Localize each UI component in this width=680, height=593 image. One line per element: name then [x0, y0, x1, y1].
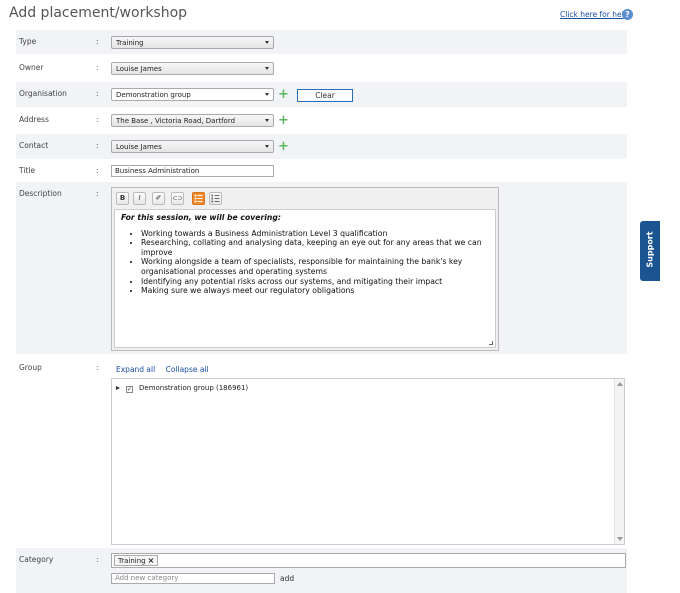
- colon: :: [96, 555, 99, 564]
- contact-value: Louise James: [116, 143, 162, 151]
- checkbox-checked-icon[interactable]: ✓: [126, 386, 133, 393]
- tree-item-label: Demonstration group (186961): [139, 384, 249, 392]
- category-tag-box[interactable]: Training ×: [111, 553, 626, 568]
- add-organisation-plus-icon[interactable]: +: [278, 88, 289, 101]
- chevron-down-icon: [265, 119, 269, 122]
- scrollbar[interactable]: [614, 379, 624, 544]
- colon: :: [96, 189, 99, 198]
- address-row: Address : The Base , Victoria Road, Dart…: [16, 108, 627, 133]
- group-tree: ✓ Demonstration group (186961): [111, 378, 625, 545]
- chevron-down-icon: [265, 145, 269, 148]
- type-label: Type: [19, 37, 37, 46]
- add-category-input[interactable]: Add new category: [111, 573, 275, 584]
- description-row: Description : B I ✐ ⊂⊃ For this session,…: [16, 182, 627, 354]
- colon: :: [96, 363, 99, 372]
- organisation-value: Demonstration group: [116, 91, 191, 99]
- help-icon[interactable]: ?: [622, 9, 633, 20]
- numbered-list-icon[interactable]: [209, 192, 222, 205]
- category-row: Category : Training × Add new category ad…: [16, 548, 627, 593]
- list-item: Identifying any potential risks across o…: [141, 277, 491, 287]
- help-link[interactable]: Click here for help: [560, 10, 628, 19]
- category-label: Category: [19, 555, 54, 564]
- type-row: Type : Training: [16, 30, 627, 54]
- chevron-down-icon: [265, 41, 269, 44]
- address-label: Address: [19, 115, 49, 124]
- title-row: Title : Business Administration: [16, 161, 627, 181]
- collapse-all-link[interactable]: Collapse all: [166, 365, 209, 374]
- organisation-label: Organisation: [19, 89, 67, 98]
- resize-handle-icon[interactable]: [489, 341, 493, 345]
- category-tag-label: Training: [118, 557, 146, 565]
- italic-button[interactable]: I: [133, 192, 146, 205]
- chevron-down-icon: [265, 67, 269, 70]
- scroll-up-icon[interactable]: [617, 382, 623, 386]
- page-title: Add placement/workshop: [9, 5, 188, 21]
- link-icon[interactable]: ⊂⊃: [171, 192, 184, 205]
- description-list: Working towards a Business Administratio…: [119, 229, 491, 296]
- colon: :: [96, 37, 99, 46]
- organisation-select[interactable]: Demonstration group: [111, 88, 274, 101]
- colon: :: [96, 115, 99, 124]
- type-value: Training: [116, 39, 144, 47]
- description-text-area[interactable]: For this session, we will be covering: W…: [114, 209, 496, 348]
- address-select[interactable]: The Base , Victoria Road, Dartford: [111, 114, 274, 127]
- list-item: Working towards a Business Administratio…: [141, 229, 491, 239]
- list-item: Working alongside a team of specialists,…: [141, 257, 491, 276]
- add-contact-plus-icon[interactable]: +: [278, 140, 289, 153]
- description-label: Description: [19, 189, 62, 198]
- scroll-down-icon[interactable]: [617, 537, 623, 541]
- support-label: Support: [645, 231, 655, 268]
- add-category-button[interactable]: add: [280, 574, 294, 583]
- title-label: Title: [19, 166, 36, 175]
- expand-caret-icon[interactable]: [116, 386, 120, 390]
- contact-select[interactable]: Louise James: [111, 140, 274, 153]
- group-label: Group: [19, 363, 42, 372]
- bold-button[interactable]: B: [116, 192, 129, 205]
- tree-item[interactable]: ✓ Demonstration group (186961): [116, 384, 248, 393]
- clear-button[interactable]: Clear: [297, 89, 353, 102]
- expand-all-link[interactable]: Expand all: [116, 365, 155, 374]
- list-item: Researching, collating and analysing dat…: [141, 238, 491, 257]
- address-value: The Base , Victoria Road, Dartford: [116, 117, 236, 125]
- organisation-row: Organisation : Demonstration group + Cle…: [16, 82, 627, 107]
- contact-label: Contact: [19, 141, 49, 150]
- remove-tag-icon[interactable]: ×: [148, 556, 155, 565]
- title-input[interactable]: Business Administration: [111, 165, 274, 177]
- group-links: Expand all Collapse all: [116, 365, 217, 374]
- bullet-list-icon[interactable]: [192, 192, 205, 205]
- description-editor: B I ✐ ⊂⊃ For this session, we will be co…: [111, 187, 499, 351]
- colon: :: [96, 63, 99, 72]
- add-address-plus-icon[interactable]: +: [278, 114, 289, 127]
- clear-format-icon[interactable]: ✐: [152, 192, 165, 205]
- colon: :: [96, 141, 99, 150]
- support-tab[interactable]: Support: [640, 221, 660, 281]
- owner-value: Louise James: [116, 65, 162, 73]
- chevron-down-icon: [265, 93, 269, 96]
- contact-row: Contact : Louise James +: [16, 134, 627, 159]
- owner-label: Owner: [19, 63, 44, 72]
- owner-select[interactable]: Louise James: [111, 62, 274, 75]
- colon: :: [96, 166, 99, 175]
- category-tag: Training ×: [114, 555, 159, 566]
- description-heading: For this session, we will be covering:: [121, 213, 281, 222]
- list-item: Making sure we always meet our regulator…: [141, 286, 491, 296]
- colon: :: [96, 89, 99, 98]
- group-row: Group : Expand all Collapse all ✓ Demonst…: [16, 356, 627, 547]
- type-select[interactable]: Training: [111, 36, 274, 49]
- owner-row: Owner : Louise James: [16, 56, 627, 80]
